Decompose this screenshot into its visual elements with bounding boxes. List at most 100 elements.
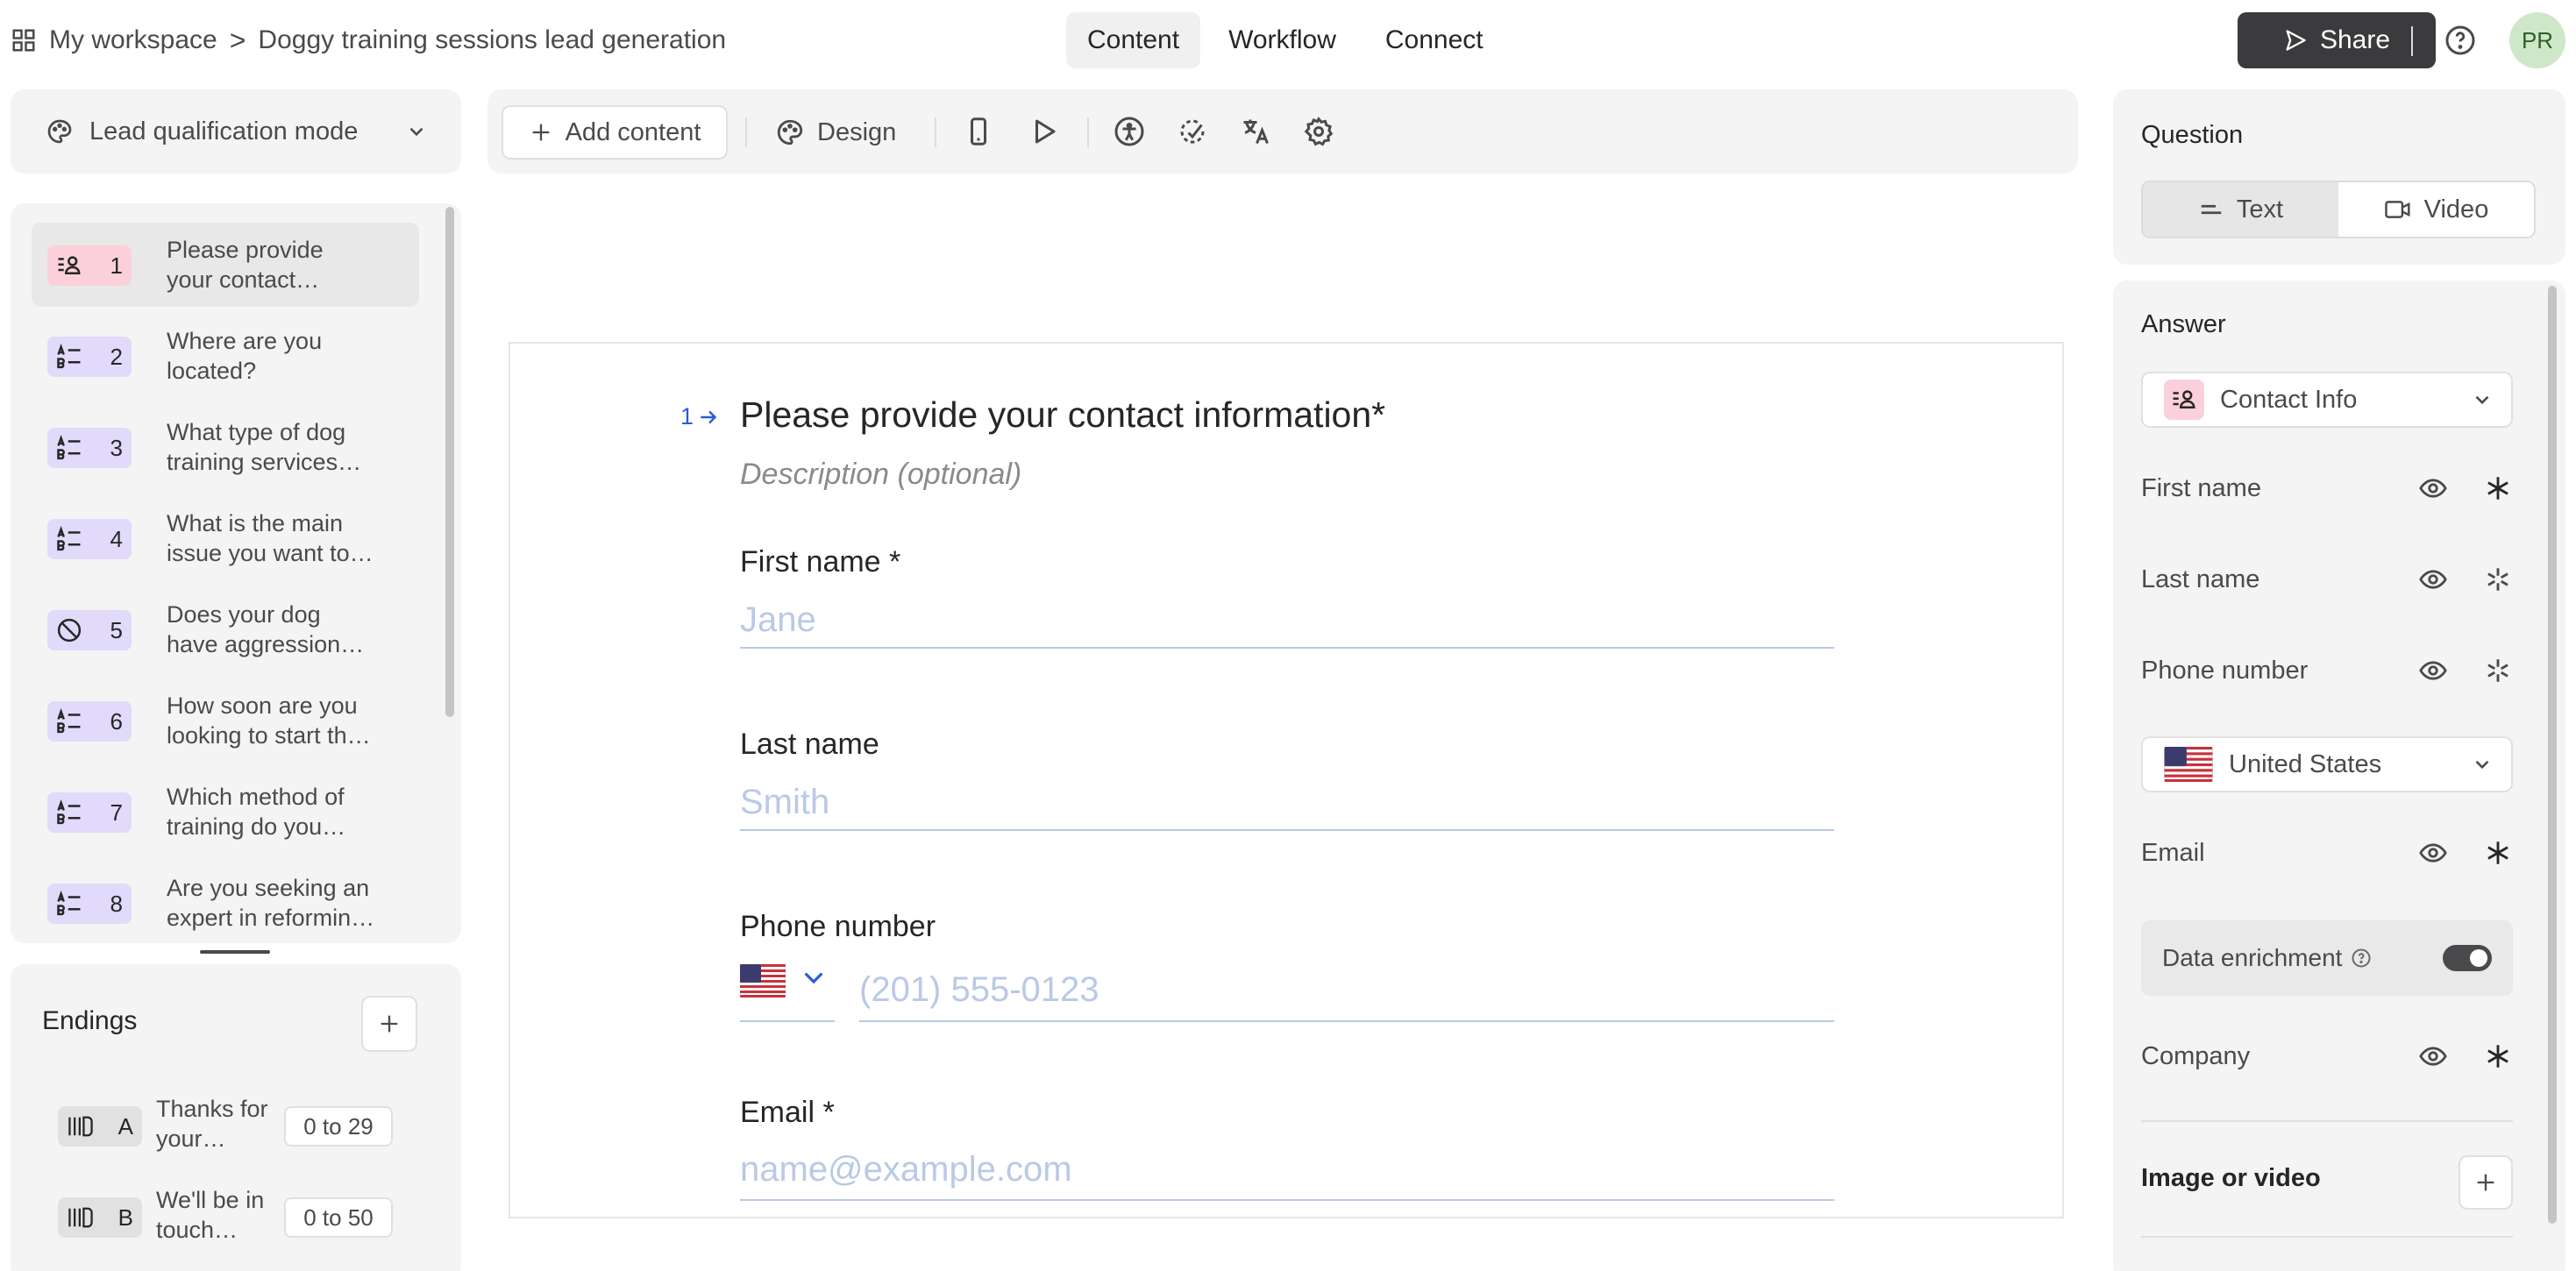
list-item[interactable]: 8 Are you seeking an expert in reformin… <box>32 861 419 943</box>
gear-icon[interactable] <box>1303 116 1334 147</box>
phone-country-select[interactable] <box>740 955 835 1022</box>
optional-asterisk-icon[interactable] <box>2483 656 2513 685</box>
question-number: 8 <box>110 890 123 917</box>
add-content-button[interactable]: Add content <box>502 105 728 160</box>
list-item[interactable]: 1 Please provide your contact… <box>32 223 419 307</box>
question-number: 2 <box>110 343 123 370</box>
list-item[interactable]: 5 Does your dog have aggression… <box>32 587 419 671</box>
question-text: What is the main issue you want to… <box>167 508 386 568</box>
help-icon[interactable] <box>2444 25 2476 56</box>
eye-icon[interactable] <box>2418 1041 2448 1071</box>
plus-icon <box>2477 1174 2494 1191</box>
question-description[interactable]: Description (optional) <box>740 458 1021 492</box>
multiple-choice-icon <box>57 799 81 825</box>
ending-text-line1: We'll be in <box>156 1187 265 1213</box>
info-icon[interactable] <box>2351 948 2372 969</box>
list-item[interactable]: 3 What type of dog training services… <box>32 405 419 489</box>
share-button[interactable]: Share <box>2238 12 2436 68</box>
share-label: Share <box>2319 25 2391 54</box>
default-country-select[interactable]: United States <box>2141 736 2513 792</box>
ending-badge: A <box>58 1106 142 1147</box>
country-label: United States <box>2229 749 2382 778</box>
question-text-line2: located? <box>167 358 257 384</box>
mobile-preview-icon[interactable] <box>963 116 994 147</box>
panel-resize-handle[interactable] <box>200 950 270 954</box>
avatar[interactable]: PR <box>2509 12 2565 68</box>
add-ending-button[interactable] <box>361 996 417 1052</box>
question-type-toggle: Text Video <box>2141 181 2536 238</box>
plus-icon <box>381 1015 398 1033</box>
ending-icon <box>68 1116 93 1137</box>
arrow-right-icon <box>701 410 717 423</box>
text-icon <box>2201 204 2222 215</box>
play-icon[interactable] <box>1028 116 1059 147</box>
grid-icon[interactable] <box>11 27 37 53</box>
ending-score-range[interactable]: 0 to 50 <box>284 1197 393 1238</box>
settings-scrollbar[interactable] <box>2548 286 2557 1224</box>
image-video-title: Image or video <box>2141 1164 2321 1192</box>
email-input[interactable]: name@example.com <box>740 1140 1834 1201</box>
question-list-scrollbar[interactable] <box>445 207 454 717</box>
question-badge: 6 <box>47 701 132 742</box>
answer-type-select[interactable]: Contact Info <box>2141 372 2513 428</box>
required-asterisk-icon[interactable] <box>2483 1041 2513 1071</box>
ending-icon <box>68 1207 93 1228</box>
question-type-text[interactable]: Text <box>2143 182 2338 237</box>
accessibility-icon[interactable] <box>1114 116 1145 147</box>
ending-letter: B <box>117 1204 133 1231</box>
logic-icon[interactable] <box>1177 116 1208 147</box>
first-name-input[interactable]: Jane <box>740 593 1834 649</box>
tab-workflow[interactable]: Workflow <box>1207 12 1357 68</box>
question-badge: 5 <box>47 610 132 650</box>
question-text: Are you seeking an expert in reformin… <box>167 873 386 933</box>
required-asterisk-icon[interactable] <box>2483 838 2513 868</box>
phone-input[interactable]: (201) 555-0123 <box>859 959 1834 1022</box>
question-badge: 2 <box>47 337 132 377</box>
question-text-line1: Please provide <box>167 237 324 263</box>
data-enrichment-label-wrap: Data enrichment <box>2162 944 2443 972</box>
eye-icon[interactable] <box>2418 473 2448 503</box>
field-row-last-name: Last name <box>2141 557 2513 601</box>
question-text-line1: Which method of <box>167 784 345 810</box>
breadcrumb-workspace[interactable]: My workspace <box>49 25 217 55</box>
eye-icon[interactable] <box>2418 656 2448 685</box>
question-number: 4 <box>110 525 123 552</box>
list-item[interactable]: 6 How soon are you looking to start th… <box>32 678 419 763</box>
ending-text: Thanks for your… <box>156 1094 288 1154</box>
question-text-line1: Does your dog <box>167 601 321 628</box>
question-title[interactable]: Please provide your contact information* <box>740 394 1385 436</box>
palette-icon <box>777 119 803 146</box>
question-badge: 4 <box>47 519 132 559</box>
question-type-video[interactable]: Video <box>2338 182 2534 237</box>
last-name-input[interactable]: Smith <box>740 775 1834 831</box>
design-button[interactable]: Design <box>775 105 896 160</box>
eye-icon[interactable] <box>2418 564 2448 594</box>
required-asterisk-icon[interactable] <box>2483 473 2513 503</box>
question-list: 1 Please provide your contact… 2 Where a… <box>11 203 461 943</box>
tab-connect[interactable]: Connect <box>1364 12 1505 68</box>
multiple-choice-icon <box>57 526 81 551</box>
add-content-label: Add content <box>565 117 701 146</box>
chevron-down-icon <box>2475 395 2489 405</box>
ending-score-range[interactable]: 0 to 29 <box>284 1106 393 1147</box>
optional-asterisk-icon[interactable] <box>2483 564 2513 594</box>
breadcrumb-form-title[interactable]: Doggy training sessions lead generation <box>258 25 726 55</box>
field-row-label: Last name <box>2141 564 2260 593</box>
add-image-button[interactable] <box>2459 1155 2513 1210</box>
list-item[interactable]: 7 Which method of training do you… <box>32 770 419 854</box>
breadcrumb-separator: > <box>229 24 246 56</box>
translate-icon[interactable] <box>1240 116 1271 147</box>
list-item[interactable]: 4 What is the main issue you want to… <box>32 496 419 580</box>
field-row-first-name: First name <box>2141 466 2513 510</box>
question-text: Where are you located? <box>167 326 386 386</box>
tab-content[interactable]: Content <box>1066 12 1201 68</box>
list-item[interactable]: A Thanks for your… 0 to 29 <box>11 1089 461 1168</box>
eye-icon[interactable] <box>2418 838 2448 868</box>
list-item[interactable]: 2 Where are you located? <box>32 314 419 398</box>
question-number: 1 <box>110 252 123 279</box>
question-number: 7 <box>110 799 123 826</box>
mode-select[interactable]: Lead qualification mode <box>11 89 461 174</box>
section-divider <box>2141 1120 2513 1122</box>
data-enrichment-toggle[interactable] <box>2443 945 2492 971</box>
list-item[interactable]: B We'll be in touch… 0 to 50 <box>11 1180 461 1259</box>
